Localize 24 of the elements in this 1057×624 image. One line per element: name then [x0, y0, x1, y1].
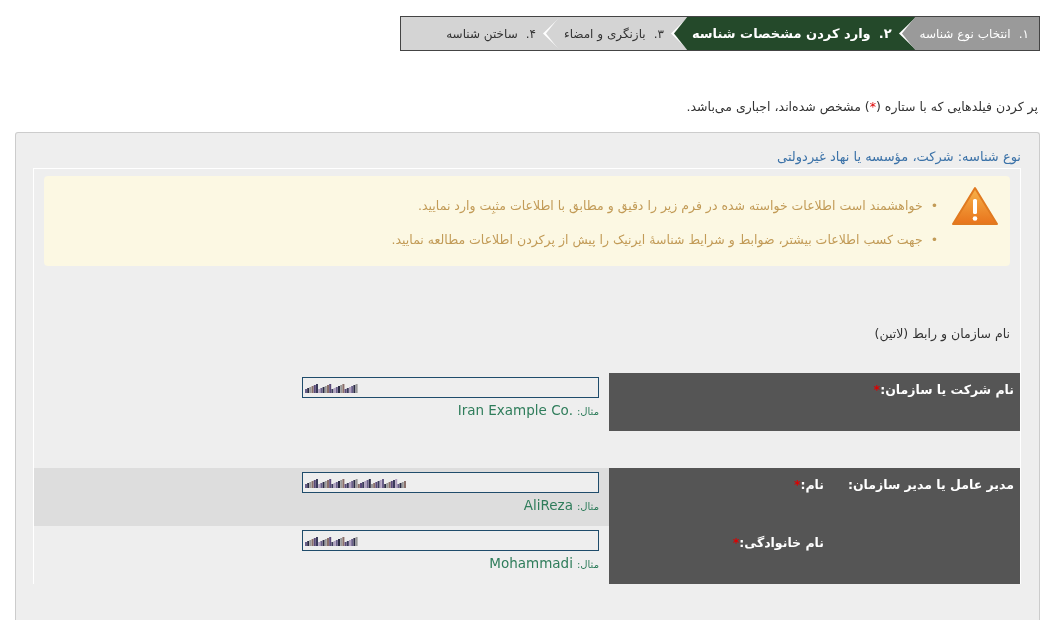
field-label: نام خانوادگی:* [731, 535, 824, 553]
group-label: مدیر عامل یا مدیر سازمان: [846, 477, 1014, 494]
field-label: نام:* [792, 477, 824, 495]
warning-icon [952, 186, 998, 226]
pixelated-text-drawing [305, 534, 358, 547]
section-title: نام سازمان و رابط (لاتین) [873, 325, 1011, 344]
identifier-type-title: نوع شناسه: شرکت، مؤسسه یا نهاد غیردولتی [776, 148, 1021, 167]
example-label: مثال: [576, 406, 599, 417]
alert-message: جهت کسب اطلاعات بیشتر، ضوابط و شرایط شناسهٔ ایرنیک را پیش از پرکردن اطلاعات مطالعه نمایید. [391, 231, 923, 250]
alert-message: خواهشمند است اطلاعات خواسته شده در فرم زیر را دقیق و مطابق با اطلاعات مثبِت وارد نمایید. [418, 197, 923, 216]
input-field[interactable] [302, 472, 599, 493]
example-text: Mohammadi [489, 555, 573, 571]
wizard-step[interactable]: ۴. ساختن شناسه [401, 17, 542, 50]
input-field[interactable] [302, 530, 599, 551]
field-label: نام شرکت یا سازمان:* [609, 373, 1020, 431]
example-text: Iran Example Co. [457, 402, 573, 418]
example-text: AliReza [523, 497, 573, 513]
input-field[interactable] [302, 377, 599, 398]
bullet: • [930, 231, 938, 249]
example-label: مثال: [576, 501, 599, 512]
bullet: • [930, 197, 938, 215]
required-fields-note: پر کردن فیلدهایی که با ستاره (* ) مشخص شده‌اند، اجباری می‌باشد. [685, 99, 1039, 114]
pixelated-text-drawing [305, 381, 358, 394]
example-label: مثال: [576, 559, 599, 570]
